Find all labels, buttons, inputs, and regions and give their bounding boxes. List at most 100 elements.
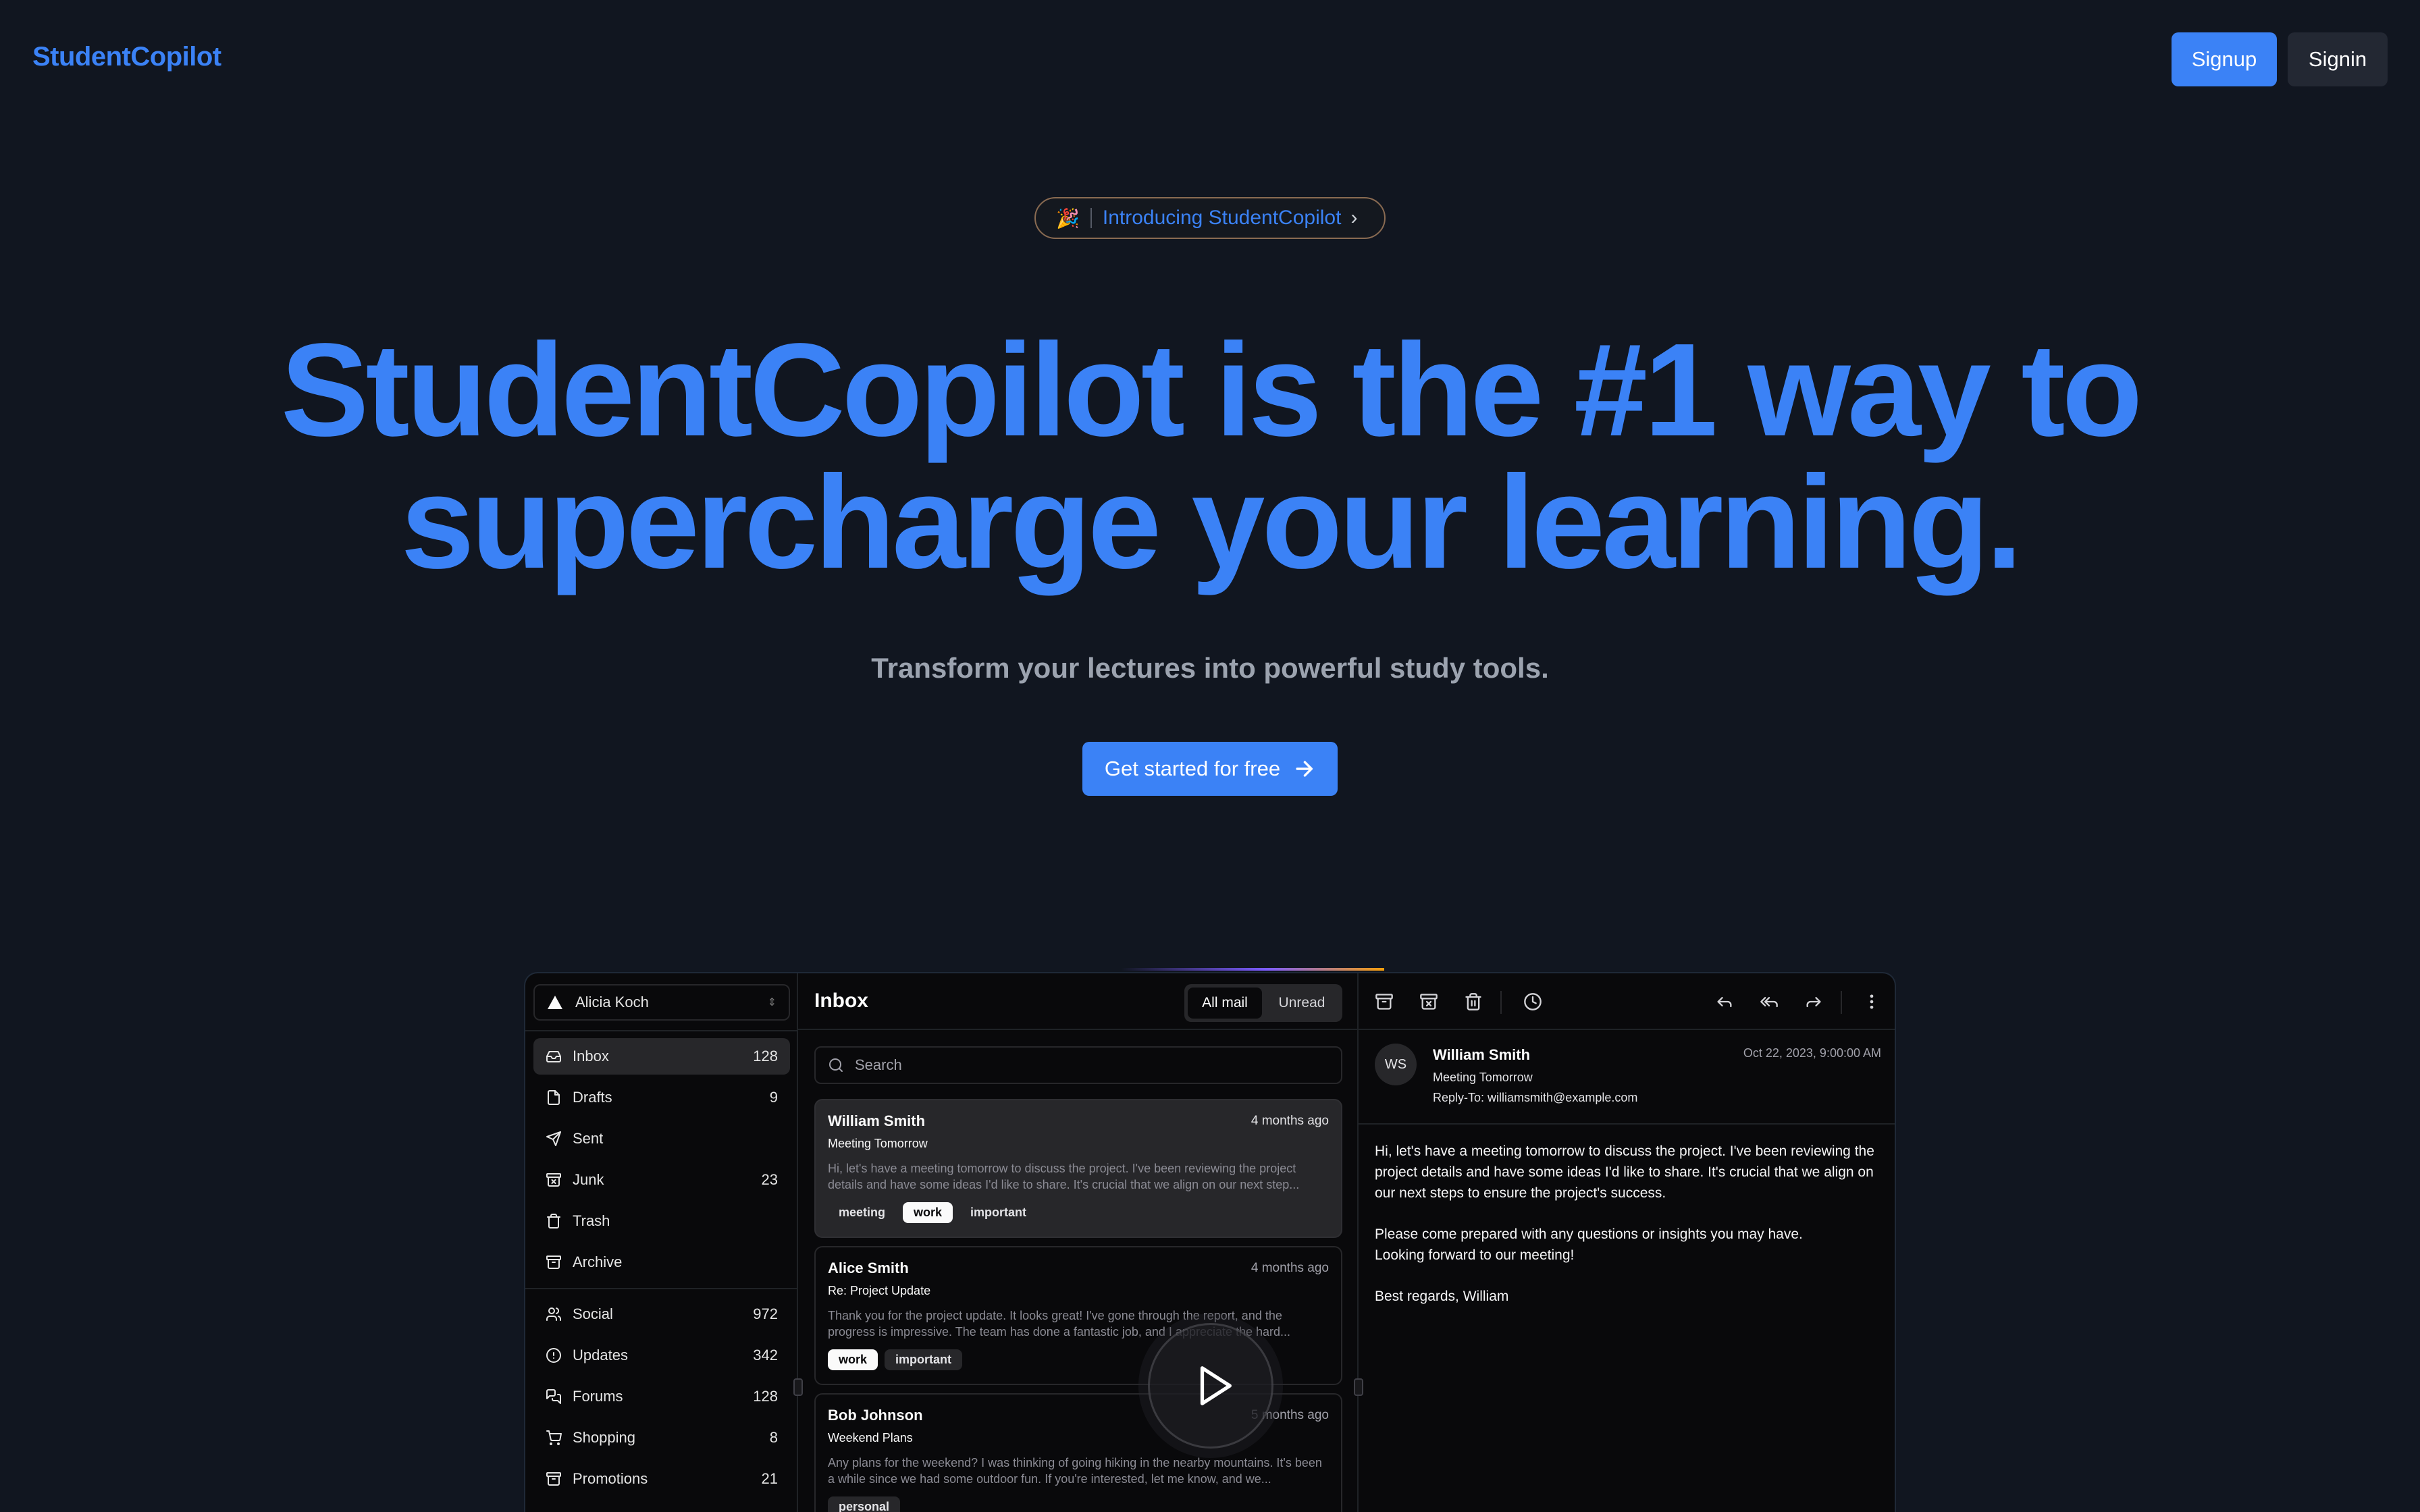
mail-detail-pane: WS William Smith Meeting Tomorrow Reply-… <box>1359 973 1895 1512</box>
play-icon <box>1200 1366 1232 1405</box>
tab-all-mail[interactable]: All mail <box>1188 988 1262 1019</box>
mail-list-header: Inbox All mail Unread <box>798 973 1359 1030</box>
trash-icon <box>1465 993 1481 1010</box>
mail-sidebar: Alicia Koch ⇕ Inbox 128 Drafts 9 Sent Ju… <box>525 973 798 1512</box>
archive-x-icon <box>546 1173 561 1187</box>
sidebar-item-count: 128 <box>753 1388 778 1405</box>
sidebar-item-forums[interactable]: Forums 128 <box>533 1378 790 1415</box>
sidebar-item-count: 972 <box>753 1305 778 1322</box>
signup-button[interactable]: Signup <box>2172 32 2277 86</box>
page-title: Inbox <box>814 990 868 1012</box>
chevron-right-icon: › <box>1350 207 1358 229</box>
sidebar-item-count: 23 <box>761 1171 778 1188</box>
reply-all-icon <box>1760 997 1778 1008</box>
mail-list-item[interactable]: William Smith 4 months ago Meeting Tomor… <box>814 1099 1342 1238</box>
detail-sender: William Smith <box>1433 1046 1531 1063</box>
account-name: Alicia Koch <box>575 994 649 1010</box>
archive-x-icon <box>1420 994 1438 1010</box>
mail-filter-toggle: All mail Unread <box>1184 984 1342 1022</box>
sidebar-item-label: Forums <box>573 1388 623 1405</box>
get-started-button[interactable]: Get started for free <box>1082 742 1338 796</box>
mail-body-signature: Best regards, William <box>1375 1289 1509 1304</box>
sidebar-item-label: Shopping <box>573 1429 635 1446</box>
sidebar-item-count: 9 <box>769 1089 778 1106</box>
mail-preview: Hi, let's have a meeting tomorrow to dis… <box>828 1162 1300 1191</box>
sidebar-item-inbox[interactable]: Inbox 128 <box>533 1038 790 1075</box>
sidebar-item-sent[interactable]: Sent <box>533 1120 790 1157</box>
inbox-icon <box>546 1051 561 1062</box>
chevron-up-down-icon: ⇕ <box>767 997 777 1008</box>
hero-subheadline: Transform your lectures into powerful st… <box>871 652 1549 684</box>
mail-subject: Re: Project Update <box>828 1284 931 1297</box>
sidebar-item-label: Junk <box>573 1171 604 1188</box>
headline-line-1: StudentCopilot is the #1 way to <box>280 316 2143 464</box>
window-glow <box>1121 968 1384 971</box>
sidebar-item-trash[interactable]: Trash <box>533 1203 790 1239</box>
toolbar-divider <box>1841 991 1842 1014</box>
signin-button[interactable]: Signin <box>2288 32 2388 86</box>
reply-all-button[interactable] <box>1760 992 1779 1011</box>
archive-icon <box>546 1472 561 1486</box>
mail-tags: personal <box>828 1496 1329 1512</box>
party-icon: 🎉 <box>1056 207 1080 229</box>
toolbar-divider <box>1500 991 1502 1014</box>
forward-button[interactable] <box>1804 992 1823 1011</box>
send-icon <box>546 1131 561 1146</box>
sidebar-item-shopping[interactable]: Shopping 8 <box>533 1420 790 1456</box>
snooze-button[interactable] <box>1523 992 1542 1011</box>
search-input[interactable]: Search <box>814 1046 1342 1084</box>
account-switcher[interactable]: Alicia Koch ⇕ <box>533 984 790 1021</box>
trash-icon <box>547 1214 560 1228</box>
detail-date: Oct 22, 2023, 9:00:00 AM <box>1743 1046 1881 1060</box>
sidebar-item-count: 128 <box>753 1048 778 1064</box>
delete-button[interactable] <box>1464 992 1483 1011</box>
announcement-text: Introducing StudentCopilot <box>1102 207 1342 229</box>
sidebar-item-label: Archive <box>573 1253 623 1270</box>
more-options-button[interactable] <box>1862 992 1881 1011</box>
file-icon <box>548 1090 560 1105</box>
mail-preview: Any plans for the weekend? I was thinkin… <box>828 1456 1322 1486</box>
sidebar-item-drafts[interactable]: Drafts 9 <box>533 1079 790 1116</box>
mail-preview: Thank you for the project update. It loo… <box>828 1309 1291 1339</box>
sidebar-divider <box>525 1030 798 1031</box>
cart-icon <box>546 1430 562 1445</box>
sidebar-item-junk[interactable]: Junk 23 <box>533 1162 790 1198</box>
tag-badge: meeting <box>839 1206 886 1219</box>
sidebar-item-label: Trash <box>573 1212 610 1229</box>
mail-body-paragraph: Please come prepared with any questions … <box>1375 1226 1803 1242</box>
detail-reply-to: Reply-To: williamsmith@example.com <box>1433 1091 1638 1104</box>
mail-time: 4 months ago <box>1251 1114 1329 1128</box>
tag-badge: work <box>903 1202 953 1223</box>
sidebar-item-archive[interactable]: Archive <box>533 1244 790 1280</box>
users-icon <box>546 1307 562 1321</box>
avatar: WS <box>1375 1044 1417 1085</box>
hero-headline: StudentCopilot is the #1 way to supercha… <box>0 324 2420 589</box>
brand-logo[interactable]: StudentCopilot <box>32 42 221 72</box>
mail-subject: Weekend Plans <box>828 1431 913 1444</box>
sidebar-item-label: Updates <box>573 1347 628 1364</box>
tag-badge: work <box>828 1349 878 1370</box>
sidebar-item-label: Sent <box>573 1130 604 1147</box>
sidebar-item-social[interactable]: Social 972 <box>533 1296 790 1332</box>
move-to-junk-button[interactable] <box>1419 992 1438 1011</box>
detail-subject: Meeting Tomorrow <box>1433 1071 1533 1084</box>
alert-circle-icon <box>546 1348 561 1363</box>
sidebar-item-label: Social <box>573 1305 613 1322</box>
get-started-label: Get started for free <box>1104 757 1281 780</box>
triangle-logo-icon <box>548 996 562 1009</box>
badge-divider <box>1090 208 1092 228</box>
sidebar-item-promotions[interactable]: Promotions 21 <box>533 1461 790 1497</box>
sidebar-item-updates[interactable]: Updates 342 <box>533 1337 790 1374</box>
tag-badge: important <box>970 1206 1027 1219</box>
archive-icon <box>546 1256 561 1269</box>
tab-unread[interactable]: Unread <box>1265 988 1339 1019</box>
detail-divider <box>1359 1123 1895 1125</box>
search-icon <box>829 1058 843 1072</box>
sidebar-item-count: 342 <box>753 1347 778 1364</box>
play-video-button[interactable] <box>1148 1323 1273 1449</box>
reply-button[interactable] <box>1715 992 1734 1011</box>
archive-button[interactable] <box>1375 992 1394 1011</box>
announcement-badge[interactable]: 🎉 Introducing StudentCopilot › <box>1034 197 1386 239</box>
headline-line-2: supercharge your learning. <box>400 448 2023 596</box>
mail-body-paragraph: Hi, let's have a meeting tomorrow to dis… <box>1375 1143 1874 1201</box>
